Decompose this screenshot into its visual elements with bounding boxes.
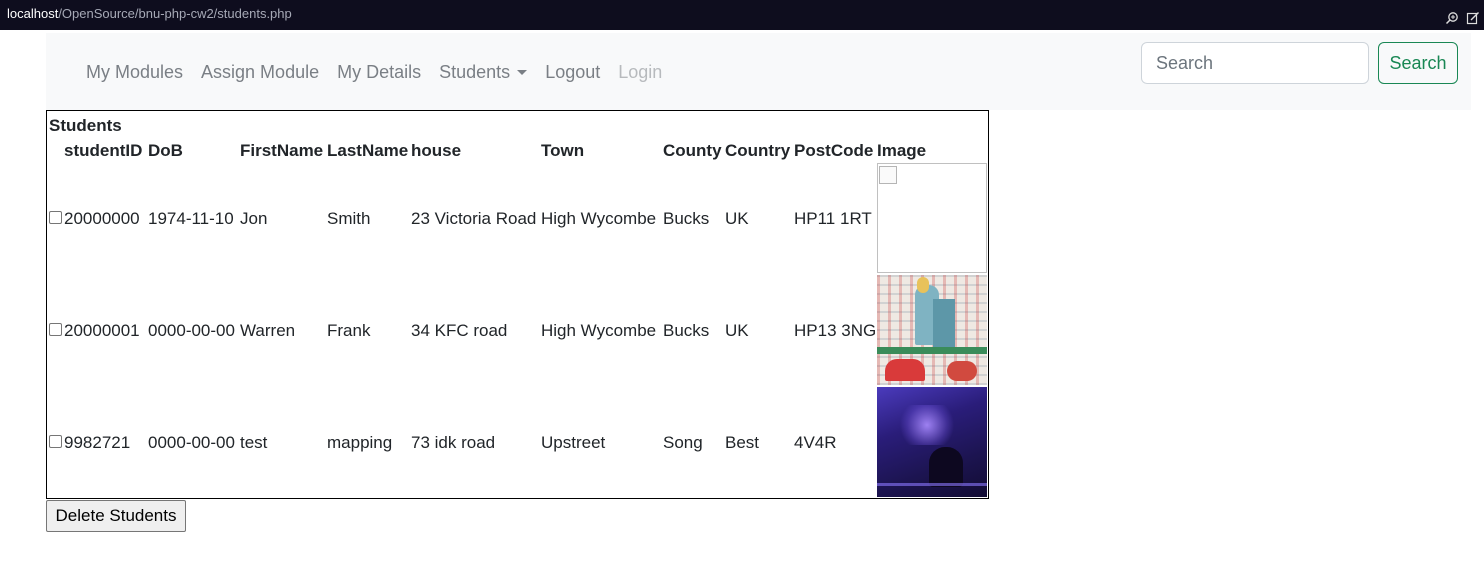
students-table: Students studentID DoB FirstName LastNam… — [46, 110, 989, 499]
nav-my-details[interactable]: My Details — [337, 60, 421, 84]
student-photo — [877, 387, 987, 497]
row-select-checkbox[interactable] — [49, 211, 62, 224]
cell-house: 34 KFC road — [411, 321, 508, 340]
cell-country: UK — [725, 321, 749, 340]
cell-student-id: 20000001 — [64, 321, 140, 340]
header-county: County — [663, 141, 722, 160]
cell-house: 73 idk road — [411, 433, 496, 452]
cell-town: High Wycombe — [541, 209, 657, 228]
nav-logout[interactable]: Logout — [545, 60, 600, 84]
cell-town: Upstreet — [541, 433, 606, 452]
header-town: Town — [541, 141, 585, 160]
row-select-checkbox[interactable] — [49, 323, 62, 336]
nav-login: Login — [618, 62, 663, 82]
cell-county: Song — [663, 433, 703, 452]
header-image: Image — [877, 141, 927, 160]
header-country: Country — [725, 141, 791, 160]
row-select-checkbox[interactable] — [49, 435, 62, 448]
nav-my-modules[interactable]: My Modules — [86, 60, 183, 84]
cell-town: High Wycombe — [541, 321, 657, 340]
search-button[interactable]: Search — [1378, 42, 1458, 84]
cell-last-name: Frank — [327, 321, 371, 340]
cell-house: 23 Victoria Road — [411, 209, 537, 228]
cell-county: Bucks — [663, 209, 710, 228]
zoom-icon[interactable] — [1445, 7, 1459, 25]
student-photo — [877, 275, 987, 385]
url-host: localhost — [7, 6, 59, 21]
cell-postcode: HP11 1RT — [794, 209, 872, 228]
cell-dob: 0000-00-00 — [148, 321, 235, 340]
navbar: My Modules Assign Module My Details Stud… — [46, 33, 1471, 110]
edit-icon[interactable] — [1466, 7, 1480, 25]
cell-first-name: Jon — [240, 209, 268, 228]
table-caption: Students — [49, 116, 122, 135]
nav-students-dropdown[interactable]: Students — [439, 60, 528, 84]
address-url[interactable]: localhost/OpenSource/bnu-php-cw2/student… — [7, 0, 292, 28]
broken-image-icon — [877, 163, 987, 273]
cell-country: UK — [725, 209, 749, 228]
browser-address-bar[interactable]: localhost/OpenSource/bnu-php-cw2/student… — [0, 0, 1484, 30]
header-last-name: LastName — [327, 141, 409, 160]
cell-postcode: 4V4R — [794, 433, 837, 452]
cell-dob: 1974-11-10 — [148, 209, 234, 228]
chevron-down-icon — [517, 70, 528, 75]
header-dob: DoB — [148, 141, 183, 160]
cell-student-id: 9982721 — [64, 433, 131, 452]
cell-last-name: mapping — [327, 433, 393, 452]
header-house: house — [411, 141, 462, 160]
url-path: /OpenSource/bnu-php-cw2/students.php — [58, 6, 292, 21]
cell-first-name: Warren — [240, 321, 296, 340]
cell-student-id: 20000000 — [64, 209, 140, 228]
cell-country: Best — [725, 433, 760, 452]
cell-county: Bucks — [663, 321, 710, 340]
header-first-name: FirstName — [240, 141, 324, 160]
nav-links: My Modules Assign Module My Details Stud… — [86, 60, 680, 84]
nav-students-label: Students — [439, 62, 511, 82]
search-input[interactable] — [1141, 42, 1369, 84]
cell-first-name: test — [240, 433, 268, 452]
nav-assign-module[interactable]: Assign Module — [201, 60, 319, 84]
header-student-id: studentID — [64, 141, 143, 160]
cell-last-name: Smith — [327, 209, 371, 228]
header-postcode: PostCode — [794, 141, 874, 160]
cell-postcode: HP13 3NG — [794, 321, 877, 340]
cell-dob: 0000-00-00 — [148, 433, 235, 452]
delete-students-button[interactable]: Delete Students — [46, 500, 186, 532]
